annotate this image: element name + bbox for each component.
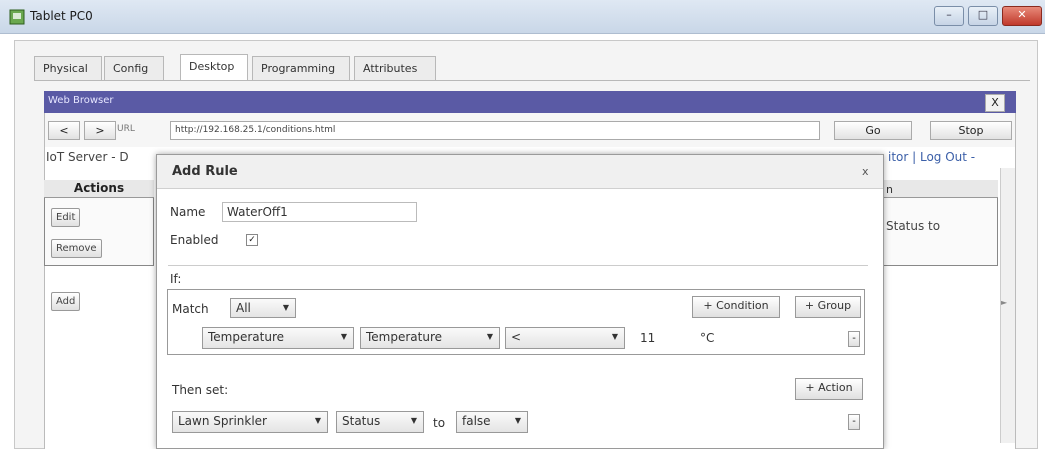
to-label: to (433, 416, 446, 430)
browser-close-button[interactable]: X (985, 94, 1005, 112)
enabled-checkbox[interactable]: ✓ (246, 234, 258, 246)
add-group-button[interactable]: + Group (795, 296, 861, 318)
condition-operator-select[interactable]: < ▼ (505, 327, 625, 349)
then-label: Then set: (172, 383, 229, 397)
rule-status-text: Status to (886, 219, 941, 233)
browser-titlebar (44, 91, 1016, 113)
tab-programming[interactable]: Programming (252, 56, 350, 80)
top-links[interactable]: itor | Log Out - (888, 150, 975, 164)
condition-operator-value: < (511, 330, 522, 344)
tab-physical[interactable]: Physical (34, 56, 102, 80)
condition-property-value: Temperature (366, 330, 443, 344)
chevron-down-icon: ▼ (514, 416, 521, 425)
tab-desktop[interactable]: Desktop (180, 54, 248, 81)
url-input[interactable]: http://192.168.25.1/conditions.html (170, 121, 820, 140)
action-value-select[interactable]: false ▼ (456, 411, 528, 433)
condition-unit: °C (700, 331, 715, 345)
chevron-down-icon: ▼ (340, 332, 347, 341)
chevron-down-icon: ▼ (314, 416, 321, 425)
action-value: false (462, 414, 491, 428)
if-label: If: (170, 272, 182, 286)
name-label: Name (170, 205, 206, 219)
forward-button[interactable]: > (84, 121, 116, 140)
action-property-select[interactable]: Status ▼ (336, 411, 424, 433)
url-label: URL (117, 124, 135, 134)
rule-name-input[interactable]: WaterOff1 (222, 202, 417, 222)
go-button[interactable]: Go (834, 121, 912, 140)
action-device-select[interactable]: Lawn Sprinkler ▼ (172, 411, 328, 433)
back-button[interactable]: < (48, 121, 80, 140)
tab-config[interactable]: Config (104, 56, 164, 80)
minimize-button[interactable]: – (934, 6, 964, 26)
match-value: All (236, 301, 251, 315)
remove-button[interactable]: Remove (51, 239, 102, 258)
add-action-button[interactable]: + Action (795, 378, 863, 400)
condition-property-select[interactable]: Temperature ▼ (360, 327, 500, 349)
chevron-down-icon: ▼ (486, 332, 493, 341)
server-title: IoT Server - D (46, 150, 129, 164)
condition-device-value: Temperature (208, 330, 285, 344)
browser-title: Web Browser (48, 95, 114, 106)
window-titlebar (0, 0, 1045, 34)
add-condition-button[interactable]: + Condition (692, 296, 780, 318)
rules-header (880, 180, 998, 198)
scroll-arrow-icon[interactable]: ► (1001, 298, 1007, 307)
maximize-icon: □ (977, 8, 989, 21)
add-button[interactable]: Add (51, 292, 81, 311)
tab-divider (34, 80, 1030, 81)
chevron-down-icon: ▼ (282, 303, 289, 312)
tab-attributes[interactable]: Attributes (354, 56, 436, 80)
rules-header-label: n (886, 183, 893, 196)
condition-device-select[interactable]: Temperature ▼ (202, 327, 354, 349)
tablet-app-icon (9, 9, 25, 25)
remove-condition-button[interactable]: - (848, 331, 860, 347)
dialog-header (157, 155, 883, 189)
dialog-title: Add Rule (172, 164, 238, 179)
window-title: Tablet PC0 (30, 9, 93, 23)
condition-value-input[interactable]: 11 (640, 331, 655, 345)
chevron-down-icon: ▼ (611, 332, 618, 341)
chevron-down-icon: ▼ (410, 416, 417, 425)
enabled-label: Enabled (170, 233, 219, 247)
action-device-value: Lawn Sprinkler (178, 414, 267, 428)
actions-header: Actions (44, 180, 154, 198)
remove-action-button[interactable]: - (848, 414, 860, 430)
match-label: Match (172, 302, 209, 316)
maximize-button[interactable]: □ (968, 6, 998, 26)
minimize-icon: – (946, 8, 952, 21)
stop-button[interactable]: Stop (930, 121, 1012, 140)
close-icon: ✕ (1017, 8, 1027, 21)
action-property-value: Status (342, 414, 381, 428)
match-select[interactable]: All ▼ (230, 298, 296, 318)
edit-button[interactable]: Edit (51, 208, 81, 227)
dialog-close-button[interactable]: x (862, 165, 869, 178)
dialog-divider (168, 265, 868, 266)
close-window-button[interactable]: ✕ (1002, 6, 1042, 26)
